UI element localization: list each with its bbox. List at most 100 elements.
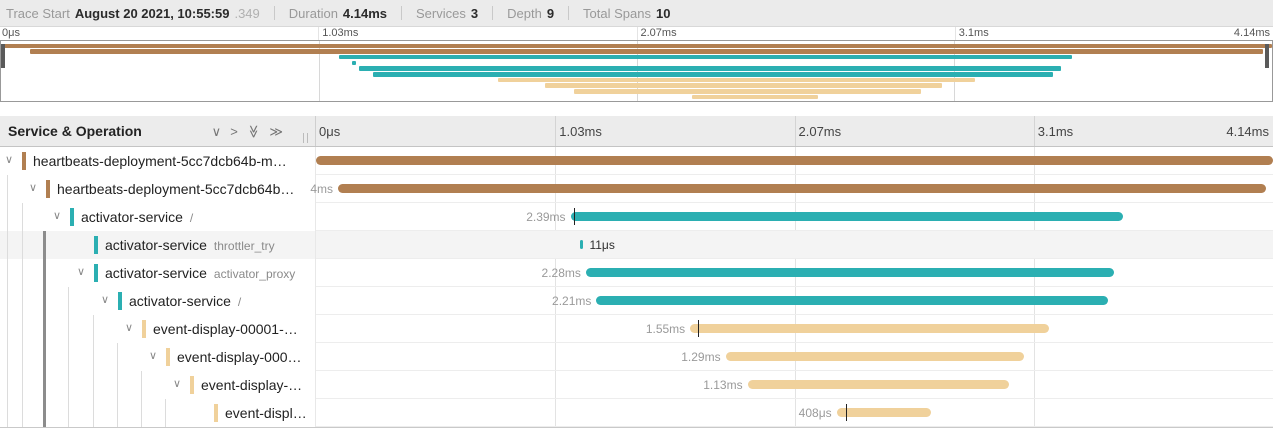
span-bar[interactable] xyxy=(837,408,932,417)
service-name: event-display-000… xyxy=(177,349,302,365)
minimap-span-bar xyxy=(339,55,1072,60)
span-name: activator-serviceactivator_proxy xyxy=(105,259,313,287)
depth-label: Depth xyxy=(507,6,542,21)
span-bar[interactable] xyxy=(586,268,1114,277)
minimap-span-bar xyxy=(373,72,1053,77)
service-color-strip xyxy=(190,376,194,394)
span-row[interactable]: activator-service throttler_try 11μs xyxy=(0,231,1273,259)
span-bar[interactable] xyxy=(316,156,1273,165)
ruler-label-100: 4.14ms xyxy=(1226,124,1269,139)
indent-guide xyxy=(68,343,69,371)
span-name: heartbeats-deployment-5cc7dcb64b-m… xyxy=(33,147,313,175)
span-row[interactable]: ∨ heartbeats-deployment-5cc7dcb64b-m… xyxy=(0,147,1273,175)
span-name: event-display-… xyxy=(201,371,313,399)
chevron-right-icon[interactable]: > xyxy=(230,125,238,138)
span-name-cell: ∨ event-display-… xyxy=(0,371,316,399)
span-row[interactable]: ∨activator-service/2.39ms xyxy=(0,203,1273,231)
indent-guide xyxy=(93,343,94,371)
indent-guide xyxy=(7,231,8,259)
service-color-strip xyxy=(142,320,146,338)
indent-guide xyxy=(43,259,46,287)
span-row[interactable]: ∨ activator-service/2.21ms xyxy=(0,287,1273,315)
row-chevron-down-icon[interactable]: ∨ xyxy=(125,321,133,335)
span-log-tick xyxy=(698,320,699,337)
span-name: activator-service/ xyxy=(129,287,313,315)
minimap-left-handle[interactable] xyxy=(1,44,5,68)
indent-guide xyxy=(22,231,23,259)
span-row[interactable]: ∨ event-display-…1.13ms xyxy=(0,371,1273,399)
span-name: event-display-00001-… xyxy=(153,315,313,343)
span-name-cell: activator-service throttler_try xyxy=(0,231,316,259)
span-timeline-cell: 11μs xyxy=(316,231,1273,259)
collapse-controls: ∨ > ≫ ≫ xyxy=(212,125,315,138)
span-timeline-cell xyxy=(316,147,1273,175)
minimap-span-bar xyxy=(352,61,356,66)
service-name: event-displ… xyxy=(225,405,307,421)
row-chevron-down-icon[interactable]: ∨ xyxy=(29,181,37,195)
depth-value: 9 xyxy=(547,6,554,21)
indent-guide xyxy=(7,287,8,315)
row-chevron-down-icon[interactable]: ∨ xyxy=(101,293,109,307)
indent-guide xyxy=(68,399,69,427)
indent-guide xyxy=(68,287,69,315)
double-chevron-right-icon[interactable]: ≫ xyxy=(269,125,283,138)
service-color-strip xyxy=(94,236,98,254)
row-chevron-down-icon[interactable]: ∨ xyxy=(77,265,85,279)
row-chevron-down-icon[interactable]: ∨ xyxy=(149,349,157,363)
span-row[interactable]: ∨event-display-00001-…1.55ms xyxy=(0,315,1273,343)
indent-guide xyxy=(165,399,166,427)
indent-guide xyxy=(43,371,46,399)
indent-guide xyxy=(117,399,118,427)
service-operation-header: Service & Operation ∨ > ≫ ≫ xyxy=(0,116,316,146)
trace-start-label: Trace Start xyxy=(6,6,70,21)
span-timeline-cell: 1.13ms xyxy=(316,371,1273,399)
ruler-tick xyxy=(637,27,638,40)
span-bar[interactable] xyxy=(748,380,1009,389)
span-duration-label: 408μs xyxy=(799,399,832,427)
span-bar[interactable] xyxy=(726,352,1025,361)
trace-minimap[interactable] xyxy=(0,40,1273,102)
indent-guide xyxy=(7,371,8,399)
span-duration-label: 4ms xyxy=(310,175,333,203)
span-bar[interactable] xyxy=(580,240,583,249)
span-timeline-cell: 408μs xyxy=(316,399,1273,427)
span-timeline-cell: 1.29ms xyxy=(316,343,1273,371)
indent-guide xyxy=(7,315,8,343)
span-row[interactable]: ∨ event-display-000… 1.29ms xyxy=(0,343,1273,371)
span-name-cell: ∨ activator-service/ xyxy=(0,287,316,315)
span-name-cell: ∨activator-service/ xyxy=(0,203,316,231)
operation-name: activator_proxy xyxy=(214,267,295,281)
column-resizer-grip[interactable] xyxy=(303,133,308,143)
row-chevron-down-icon[interactable]: ∨ xyxy=(5,153,13,167)
span-name-cell: ∨ activator-serviceactivator_proxy xyxy=(0,259,316,287)
spacer xyxy=(0,102,1273,116)
duration-label: Duration xyxy=(289,6,338,21)
span-row[interactable]: ∨activator-serviceactivator_proxy2.28ms xyxy=(0,259,1273,287)
row-chevron-down-icon[interactable]: ∨ xyxy=(53,209,61,223)
duration-stat: Duration 4.14ms xyxy=(289,6,387,21)
operation-name: throttler_try xyxy=(214,239,275,253)
ruler-label-50: 2.07ms xyxy=(799,124,842,139)
double-chevron-down-icon[interactable]: ≫ xyxy=(247,124,260,138)
span-bar[interactable] xyxy=(338,184,1266,193)
span-duration-label: 11μs xyxy=(589,231,614,259)
span-bar[interactable] xyxy=(690,324,1049,333)
divider xyxy=(274,6,275,20)
total-spans-value: 10 xyxy=(656,6,670,21)
indent-guide xyxy=(7,175,8,203)
span-row[interactable]: ∨heartbeats-deployment-5cc7dcb64b…4ms xyxy=(0,175,1273,203)
span-bar[interactable] xyxy=(571,212,1123,221)
service-name: activator-service xyxy=(105,237,207,253)
ruler-label-0: 0μs xyxy=(2,28,20,39)
chevron-down-icon[interactable]: ∨ xyxy=(212,125,222,138)
ruler-tick xyxy=(318,27,319,40)
span-row[interactable]: event-displ… 408μs xyxy=(0,399,1273,427)
service-color-strip xyxy=(70,208,74,226)
indent-guide xyxy=(141,371,142,399)
span-name: event-displ… xyxy=(225,399,313,427)
span-timeline-cell: 2.21ms xyxy=(316,287,1273,315)
row-chevron-down-icon[interactable]: ∨ xyxy=(173,377,181,391)
indent-guide xyxy=(93,371,94,399)
minimap-right-handle[interactable] xyxy=(1265,44,1269,68)
span-bar[interactable] xyxy=(596,296,1108,305)
